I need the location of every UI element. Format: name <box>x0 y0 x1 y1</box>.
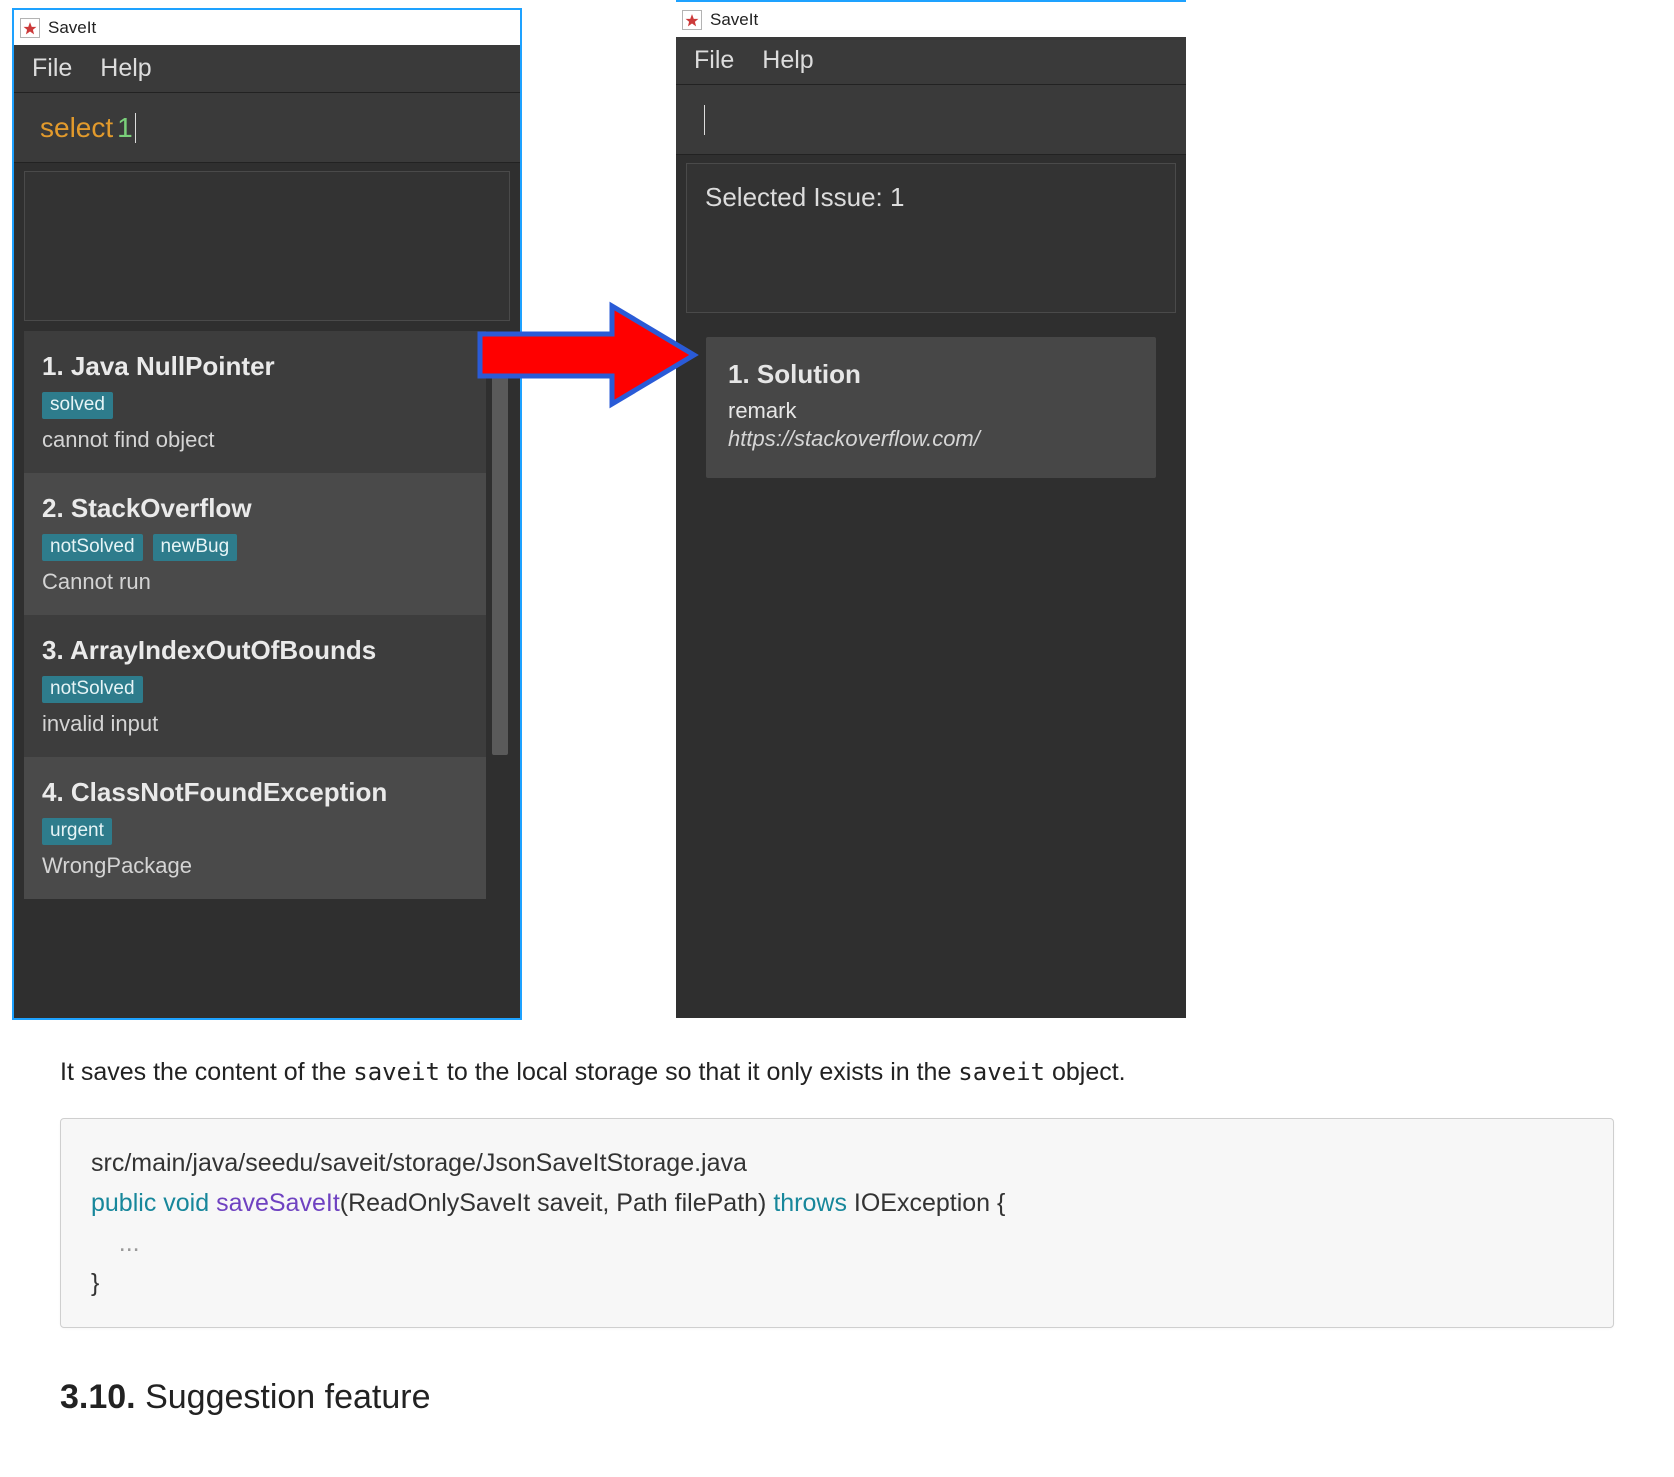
status-badge: newBug <box>153 534 238 561</box>
menu-help[interactable]: Help <box>762 46 813 75</box>
menubar: File Help <box>14 45 520 93</box>
issue-desc: Cannot run <box>42 569 468 595</box>
text-caret-icon <box>135 113 136 143</box>
menu-file[interactable]: File <box>32 54 72 83</box>
inline-code: saveit <box>958 1058 1045 1086</box>
status-badge: notSolved <box>42 534 143 561</box>
issue-title: 2. StackOverflow <box>42 493 468 524</box>
code-block: src/main/java/seedu/saveit/storage/JsonS… <box>60 1118 1614 1328</box>
inline-code: saveit <box>353 1058 440 1086</box>
app-title: SaveIt <box>48 18 96 38</box>
solution-title: 1. Solution <box>728 359 1134 390</box>
app-icon <box>682 10 702 30</box>
tag-row: solved <box>42 392 468 419</box>
window-after: SaveIt File Help Selected Issue: 1 1. So… <box>676 0 1186 1018</box>
text: It saves the content of the <box>60 1058 353 1086</box>
app-title: SaveIt <box>710 10 758 30</box>
code-line: src/main/java/seedu/saveit/storage/JsonS… <box>91 1143 1583 1183</box>
code-text: (ReadOnlySaveIt saveit, Path filePath) <box>340 1189 774 1217</box>
menubar: File Help <box>676 37 1186 85</box>
tag-row: notSolved <box>42 676 468 703</box>
status-box <box>24 171 510 321</box>
doc-paragraph: It saves the content of the saveit to th… <box>60 1054 1614 1090</box>
code-keyword: public void <box>91 1189 216 1217</box>
list-item[interactable]: 3. ArrayIndexOutOfBounds notSolved inval… <box>24 615 486 757</box>
tag-row: notSolved newBug <box>42 534 468 561</box>
issue-desc: WrongPackage <box>42 853 468 879</box>
tag-row: urgent <box>42 818 468 845</box>
solution-link: https://stackoverflow.com/ <box>728 426 1134 452</box>
issue-list: 1. Java NullPointer solved cannot find o… <box>24 331 510 1008</box>
menu-help[interactable]: Help <box>100 54 151 83</box>
section-number: 3.10. <box>60 1378 136 1416</box>
status-box: Selected Issue: 1 <box>686 163 1176 313</box>
code-ident: saveSaveIt <box>216 1189 340 1217</box>
section-heading: 3.10. Suggestion feature <box>60 1378 1614 1417</box>
issue-desc: invalid input <box>42 711 468 737</box>
status-badge: solved <box>42 392 113 419</box>
status-badge: notSolved <box>42 676 143 703</box>
text: object. <box>1052 1058 1126 1086</box>
scrollbar-thumb[interactable] <box>492 335 508 755</box>
titlebar[interactable]: SaveIt <box>676 2 1186 37</box>
solution-remark: remark <box>728 398 1134 424</box>
command-input[interactable]: select 1 <box>14 93 520 163</box>
solution-area: 1. Solution remark https://stackoverflow… <box>686 323 1176 1008</box>
text: to the local storage so that it only exi… <box>447 1058 958 1086</box>
list-item[interactable]: 1. Java NullPointer solved cannot find o… <box>24 331 486 473</box>
window-before: SaveIt File Help select 1 1. Java NullPo… <box>12 8 522 1020</box>
section-title: Suggestion feature <box>136 1378 431 1416</box>
titlebar[interactable]: SaveIt <box>14 10 520 45</box>
code-line: ... <box>91 1223 1583 1263</box>
list-item[interactable]: 4. ClassNotFoundException urgent WrongPa… <box>24 757 486 899</box>
issue-title: 3. ArrayIndexOutOfBounds <box>42 635 468 666</box>
code-keyword: throws <box>773 1189 847 1217</box>
issue-title: 4. ClassNotFoundException <box>42 777 468 808</box>
text-caret-icon <box>704 105 705 135</box>
code-line: } <box>91 1263 1583 1303</box>
issue-desc: cannot find object <box>42 427 468 453</box>
status-badge: urgent <box>42 818 112 845</box>
list-item[interactable]: 2. StackOverflow notSolved newBug Cannot… <box>24 473 486 615</box>
command-input[interactable] <box>676 85 1186 155</box>
command-keyword: select <box>40 112 113 144</box>
code-line: public void saveSaveIt(ReadOnlySaveIt sa… <box>91 1183 1583 1223</box>
command-argument: 1 <box>117 112 133 144</box>
code-text: IOException { <box>847 1189 1005 1217</box>
menu-file[interactable]: File <box>694 46 734 75</box>
solution-card[interactable]: 1. Solution remark https://stackoverflow… <box>706 337 1156 478</box>
doc-snippet: It saves the content of the saveit to th… <box>0 1030 1674 1461</box>
issue-title: 1. Java NullPointer <box>42 351 468 382</box>
scrollbar[interactable] <box>490 331 510 1008</box>
app-icon <box>20 18 40 38</box>
issue-list-viewport: 1. Java NullPointer solved cannot find o… <box>24 331 486 1008</box>
